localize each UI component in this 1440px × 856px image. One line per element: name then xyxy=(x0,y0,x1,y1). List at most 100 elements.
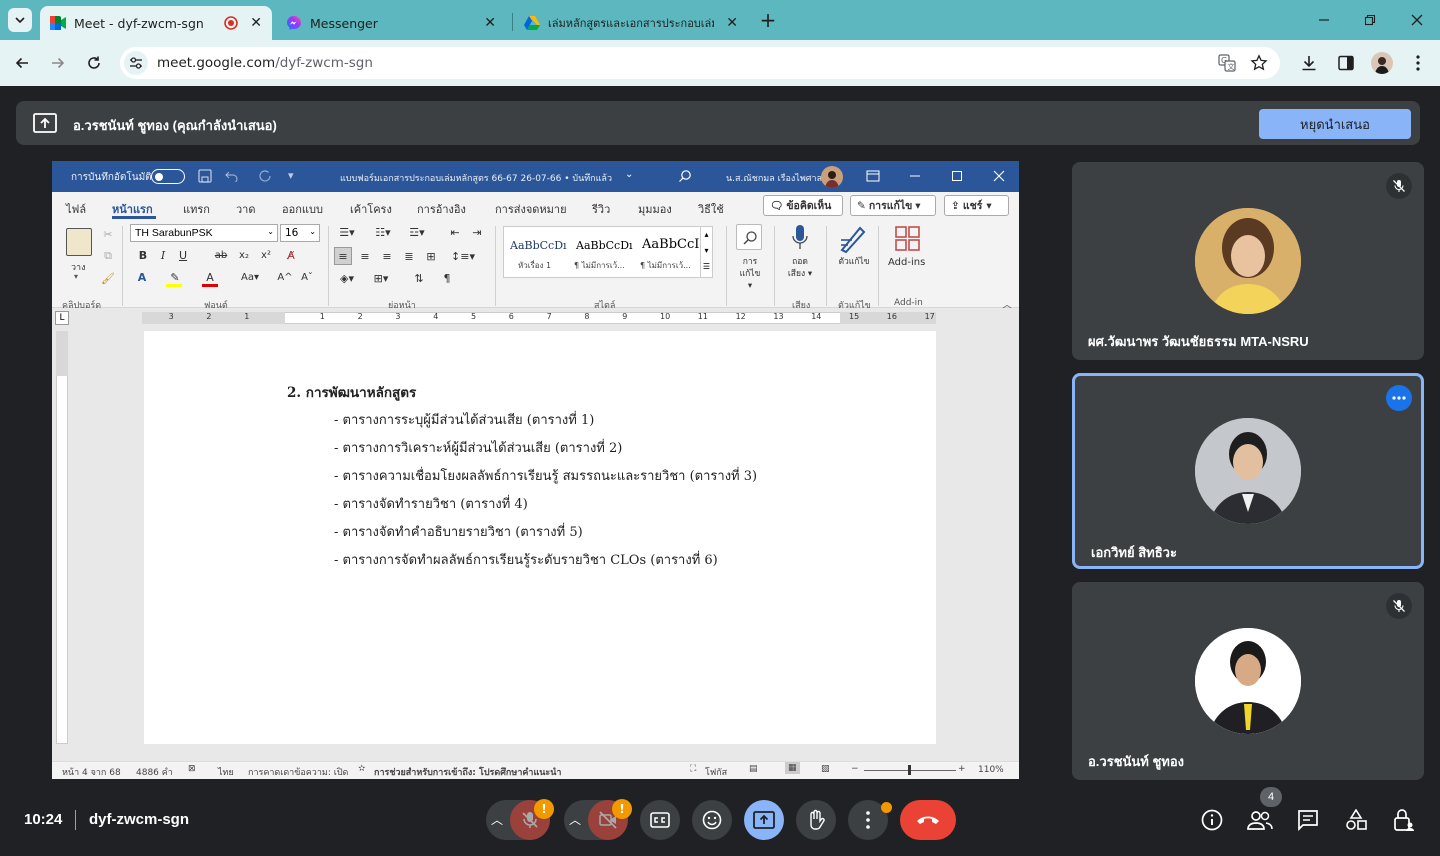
web-layout-icon[interactable]: ▧ xyxy=(821,764,830,774)
save-icon[interactable] xyxy=(198,169,212,183)
sort-icon[interactable]: ⇅ xyxy=(410,270,428,286)
tab-review[interactable]: รีวิว xyxy=(592,200,610,218)
chat-button[interactable] xyxy=(1293,805,1323,835)
document-page[interactable]: 2. การพัฒนาหลักสูตร - ตารางการระบุผู้มีส… xyxy=(144,331,936,744)
align-left-icon[interactable]: ≡ xyxy=(334,247,352,265)
multilevel-list-icon[interactable]: ☲▾ xyxy=(404,224,430,240)
addins-grid-icon[interactable] xyxy=(895,226,921,252)
change-case-icon[interactable]: Aa▾ xyxy=(238,269,262,285)
tab-search-button[interactable] xyxy=(8,8,32,32)
translate-button[interactable]: G文 xyxy=(1216,52,1238,74)
document-title[interactable]: แบบฟอร์มเอกสารประกอบเล่มหลักสูตร 66-67 2… xyxy=(340,171,612,185)
close-window-button[interactable] xyxy=(1405,8,1429,32)
format-painter-icon[interactable]: 🖌 xyxy=(100,270,116,286)
tab-mailings[interactable]: การส่งจดหมาย xyxy=(495,200,567,218)
italic-button[interactable]: I xyxy=(156,248,170,262)
people-button[interactable] xyxy=(1245,805,1275,835)
proofing-icon[interactable]: ⊠ xyxy=(188,764,196,774)
zoom-slider-thumb[interactable] xyxy=(908,765,911,775)
ribbon-display-icon[interactable] xyxy=(866,170,880,182)
text-effects-icon[interactable]: A xyxy=(134,269,150,285)
shading-icon[interactable]: ◈▾ xyxy=(334,270,360,286)
participant-tile-2[interactable]: เอกวิทย์ สิทธิวะ xyxy=(1072,373,1424,569)
print-layout-icon[interactable]: ▦ xyxy=(785,762,800,774)
search-icon[interactable] xyxy=(678,169,692,183)
comments-button[interactable]: 🗨 ข้อคิดเห็น xyxy=(763,195,843,216)
tab-insert[interactable]: แทรก xyxy=(183,200,210,218)
tab-references[interactable]: การอ้างอิง xyxy=(417,200,466,218)
forward-button[interactable] xyxy=(46,51,70,75)
side-panel-button[interactable] xyxy=(1335,52,1357,74)
font-size-box[interactable]: 16 ⌄ xyxy=(280,224,320,242)
close-tab-icon[interactable]: ✕ xyxy=(484,15,496,31)
pilcrow-icon[interactable]: ¶ xyxy=(440,270,454,286)
tab-help[interactable]: วิธีใช้ xyxy=(698,200,724,218)
participant-tile-1[interactable]: ผศ.วัฒนาพร วัฒนชัยธรรม MTA-NSRU xyxy=(1072,162,1424,360)
focus-mode[interactable]: โฟกัส xyxy=(705,765,727,779)
tab-drive[interactable]: เล่มหลักสูตรและเอกสารประกอบเล่มหลักสูตร … xyxy=(514,6,748,40)
reload-button[interactable] xyxy=(82,51,106,75)
browser-menu-button[interactable] xyxy=(1408,52,1428,74)
bullets-icon[interactable]: ☰▾ xyxy=(334,224,360,240)
meeting-details-button[interactable] xyxy=(1197,805,1227,835)
microphone-icon[interactable] xyxy=(790,224,810,254)
meeting-code[interactable]: dyf-zwcm-sgn xyxy=(89,811,189,828)
raise-hand-button[interactable] xyxy=(796,800,836,840)
tab-design[interactable]: ออกแบบ xyxy=(282,200,323,218)
audio-options-chevron-icon[interactable]: ︿ xyxy=(491,811,503,828)
autosave-toggle[interactable] xyxy=(151,169,185,184)
reactions-button[interactable] xyxy=(692,800,732,840)
strikethrough-button[interactable]: ab xyxy=(212,248,230,262)
font-color-icon[interactable]: A xyxy=(202,269,218,285)
participant-tile-3[interactable]: อ.วรชนันท์ ชูทอง xyxy=(1072,582,1424,780)
bold-button[interactable]: B xyxy=(136,248,150,262)
justify-icon[interactable]: ≣ xyxy=(400,247,418,265)
new-tab-button[interactable]: + xyxy=(756,8,780,32)
close-tab-icon[interactable]: ✕ xyxy=(250,15,262,31)
minimize-window-button[interactable] xyxy=(1312,8,1336,32)
profile-avatar[interactable] xyxy=(1371,52,1393,74)
tab-layout[interactable]: เค้าโครง xyxy=(350,200,392,218)
tab-view[interactable]: มุมมอง xyxy=(638,200,672,218)
minimize-icon[interactable] xyxy=(909,171,921,181)
page-count[interactable]: หน้า 4 จาก 68 xyxy=(62,765,121,779)
styles-scroll[interactable]: ▴ ▾ ☰ xyxy=(700,227,712,277)
tab-draw[interactable]: วาด xyxy=(236,200,256,218)
font-name-box[interactable]: TH SarabunPSK ⌄ xyxy=(130,224,278,242)
address-bar[interactable]: meet.google.com/dyf-zwcm-sgn G文 xyxy=(120,47,1280,79)
grow-font-icon[interactable]: A^ xyxy=(277,269,292,285)
decrease-indent-icon[interactable]: ⇤ xyxy=(446,224,464,240)
host-controls-button[interactable] xyxy=(1389,805,1419,835)
share-button[interactable]: ⇪ แชร์ ▾ xyxy=(944,195,1009,216)
copy-icon[interactable]: ⧉ xyxy=(100,248,116,264)
tab-meet[interactable]: Meet - dyf-zwcm-sgn ✕ xyxy=(40,6,272,40)
bookmark-button[interactable] xyxy=(1248,52,1270,74)
style-no-spacing-2[interactable]: AaBbCcI ¶ ไม่มีการเว้... xyxy=(638,229,702,275)
read-mode-icon[interactable]: ▤ xyxy=(749,764,758,774)
tab-selector[interactable]: L xyxy=(55,311,69,325)
participant-options-button[interactable] xyxy=(1386,385,1412,411)
vertical-ruler[interactable] xyxy=(56,331,68,744)
present-now-button[interactable] xyxy=(744,800,784,840)
video-options-chevron-icon[interactable]: ︿ xyxy=(569,811,581,828)
title-dropdown-icon[interactable]: ⌄ xyxy=(625,169,633,180)
tab-messenger[interactable]: Messenger ✕ xyxy=(276,6,506,40)
accessibility-status[interactable]: การช่วยสำหรับการเข้าถึง: โปรดศึกษาคำแนะน… xyxy=(374,765,561,779)
tab-file[interactable]: ไฟล์ xyxy=(66,200,86,218)
activities-button[interactable] xyxy=(1341,805,1371,835)
word-count[interactable]: 4886 คำ xyxy=(136,765,173,779)
word-user-avatar[interactable] xyxy=(821,166,843,188)
cut-icon[interactable]: ✂ xyxy=(100,226,116,242)
superscript-button[interactable]: x² xyxy=(258,248,274,262)
zoom-in-icon[interactable]: + xyxy=(958,764,966,774)
redo-icon[interactable] xyxy=(258,170,272,182)
editor-pen-icon[interactable] xyxy=(838,224,868,254)
restore-window-button[interactable] xyxy=(1358,8,1382,32)
align-right-icon[interactable]: ≡ xyxy=(378,247,396,265)
quick-access-dropdown-icon[interactable]: ▾ xyxy=(288,169,294,182)
downloads-button[interactable] xyxy=(1298,52,1320,74)
increase-indent-icon[interactable]: ⇥ xyxy=(468,224,486,240)
undo-icon[interactable] xyxy=(224,170,238,182)
stop-presenting-button[interactable]: หยุดนำเสนอ xyxy=(1259,109,1411,139)
text-prediction-status[interactable]: การคาดเดาข้อความ: เปิด xyxy=(248,765,348,779)
